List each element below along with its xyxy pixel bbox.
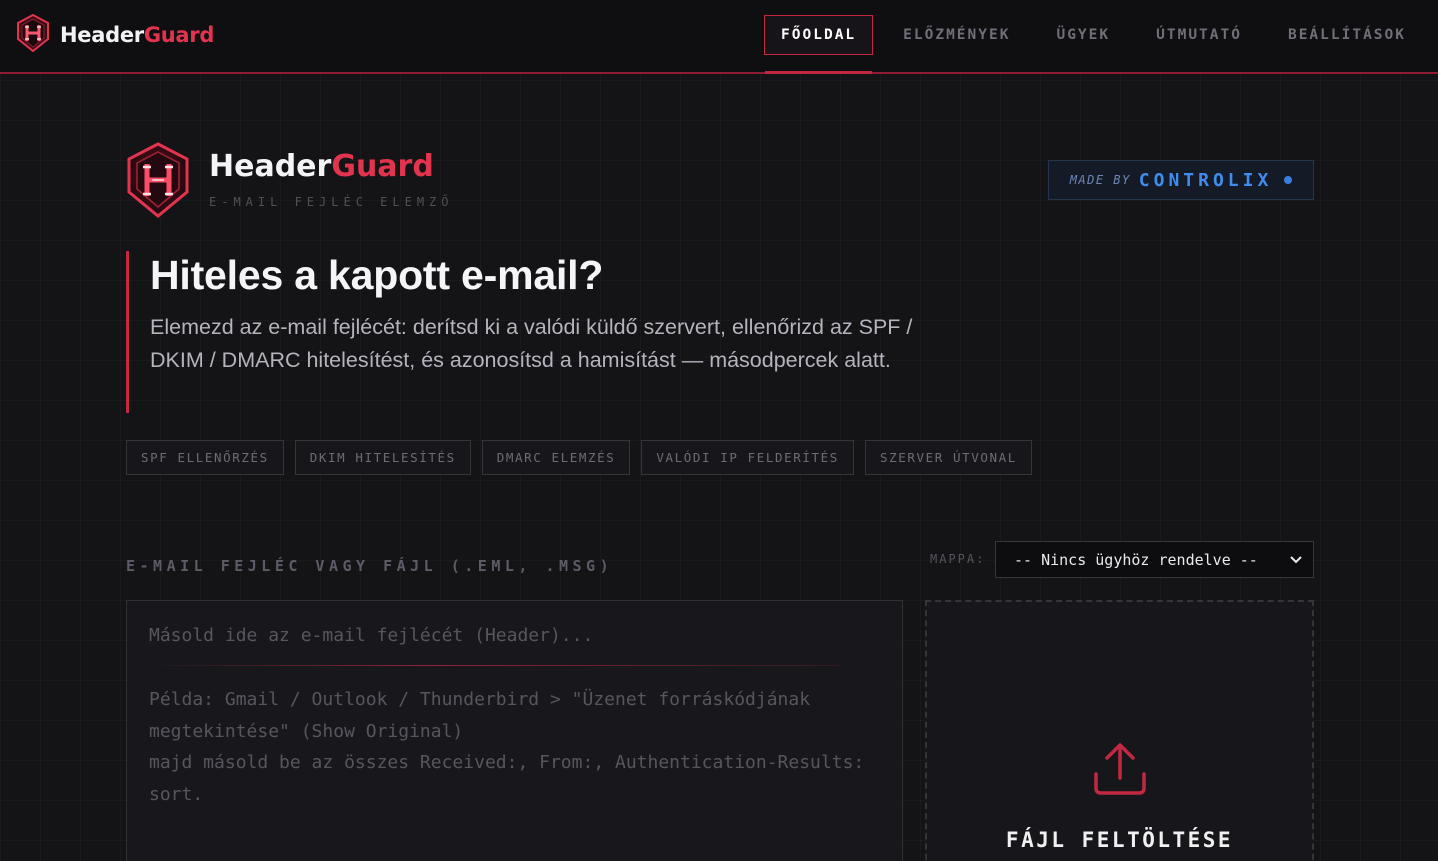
main-nav: FŐOLDAL ELŐZMÉNYEK ÜGYEK ÚTMUTATÓ BEÁLLÍ… (750, 15, 1422, 74)
folder-label: MAPPA: (930, 552, 986, 566)
page-heading: Hiteles a kapott e-mail? (150, 252, 604, 298)
chevron-down-icon (1289, 552, 1303, 570)
made-by-badge[interactable]: MADE BY CONTROLIX (1048, 160, 1314, 200)
nav-item-home[interactable]: FŐOLDAL (764, 15, 874, 74)
feature-tags: SPF ELLENŐRZÉS DKIM HITELESÍTÉS DMARC EL… (126, 440, 1032, 475)
tag-real-ip: VALÓDI IP FELDERÍTÉS (641, 440, 854, 475)
hero-title: HeaderGuard (209, 149, 434, 184)
nav-item-guide[interactable]: ÚTMUTATÓ (1140, 15, 1258, 55)
brand[interactable]: HeaderGuard (16, 13, 215, 56)
tag-dkim: DKIM HITELESÍTÉS (294, 440, 471, 475)
hero-shield-icon (126, 142, 190, 222)
placeholder-divider (149, 665, 839, 666)
tag-spf: SPF ELLENŐRZÉS (126, 440, 284, 475)
brand-name: HeaderGuard (60, 23, 215, 47)
tag-dmarc: DMARC ELEMZÉS (481, 440, 631, 475)
made-by-company: CONTROLIX (1138, 169, 1273, 191)
textarea-placeholder: Másold ide az e-mail fejlécét (Header)..… (149, 625, 594, 646)
status-dot-icon (1284, 176, 1293, 184)
top-navbar: HeaderGuard FŐOLDAL ELŐZMÉNYEK ÜGYEK ÚTM… (0, 0, 1438, 74)
tag-server-route: SZERVER ÚTVONAL (864, 440, 1032, 475)
hero-subtitle: E-MAIL FEJLÉC ELEMZŐ (209, 195, 454, 209)
folder-select[interactable]: -- Nincs ügyhöz rendelve -- (995, 541, 1314, 578)
intro-block: Hiteles a kapott e-mail? Elemezd az e-ma… (126, 251, 946, 413)
nav-item-history[interactable]: ELŐZMÉNYEK (887, 15, 1026, 55)
nav-item-settings[interactable]: BEÁLLÍTÁSOK (1272, 15, 1422, 55)
intro-text: Elemezd az e-mail fejlécét: derítsd ki a… (150, 315, 913, 372)
shield-h-icon (16, 13, 50, 56)
file-dropzone[interactable]: FÁJL FELTÖLTÉSE (925, 600, 1314, 861)
made-by-prefix: MADE BY (1069, 173, 1131, 187)
textarea-hint: Példa: Gmail / Outlook / Thunderbird > "… (149, 689, 865, 805)
upload-icon (1091, 740, 1149, 802)
folder-select-value: -- Nincs ügyhöz rendelve -- (1014, 550, 1258, 569)
upload-label: FÁJL FELTÖLTÉSE (1005, 828, 1234, 852)
nav-item-cases[interactable]: ÜGYEK (1040, 15, 1126, 55)
input-section-label: E-MAIL FEJLÉC VAGY FÁJL (.EML, .MSG) (126, 557, 614, 575)
header-textarea[interactable]: Másold ide az e-mail fejlécét (Header)..… (126, 600, 903, 861)
